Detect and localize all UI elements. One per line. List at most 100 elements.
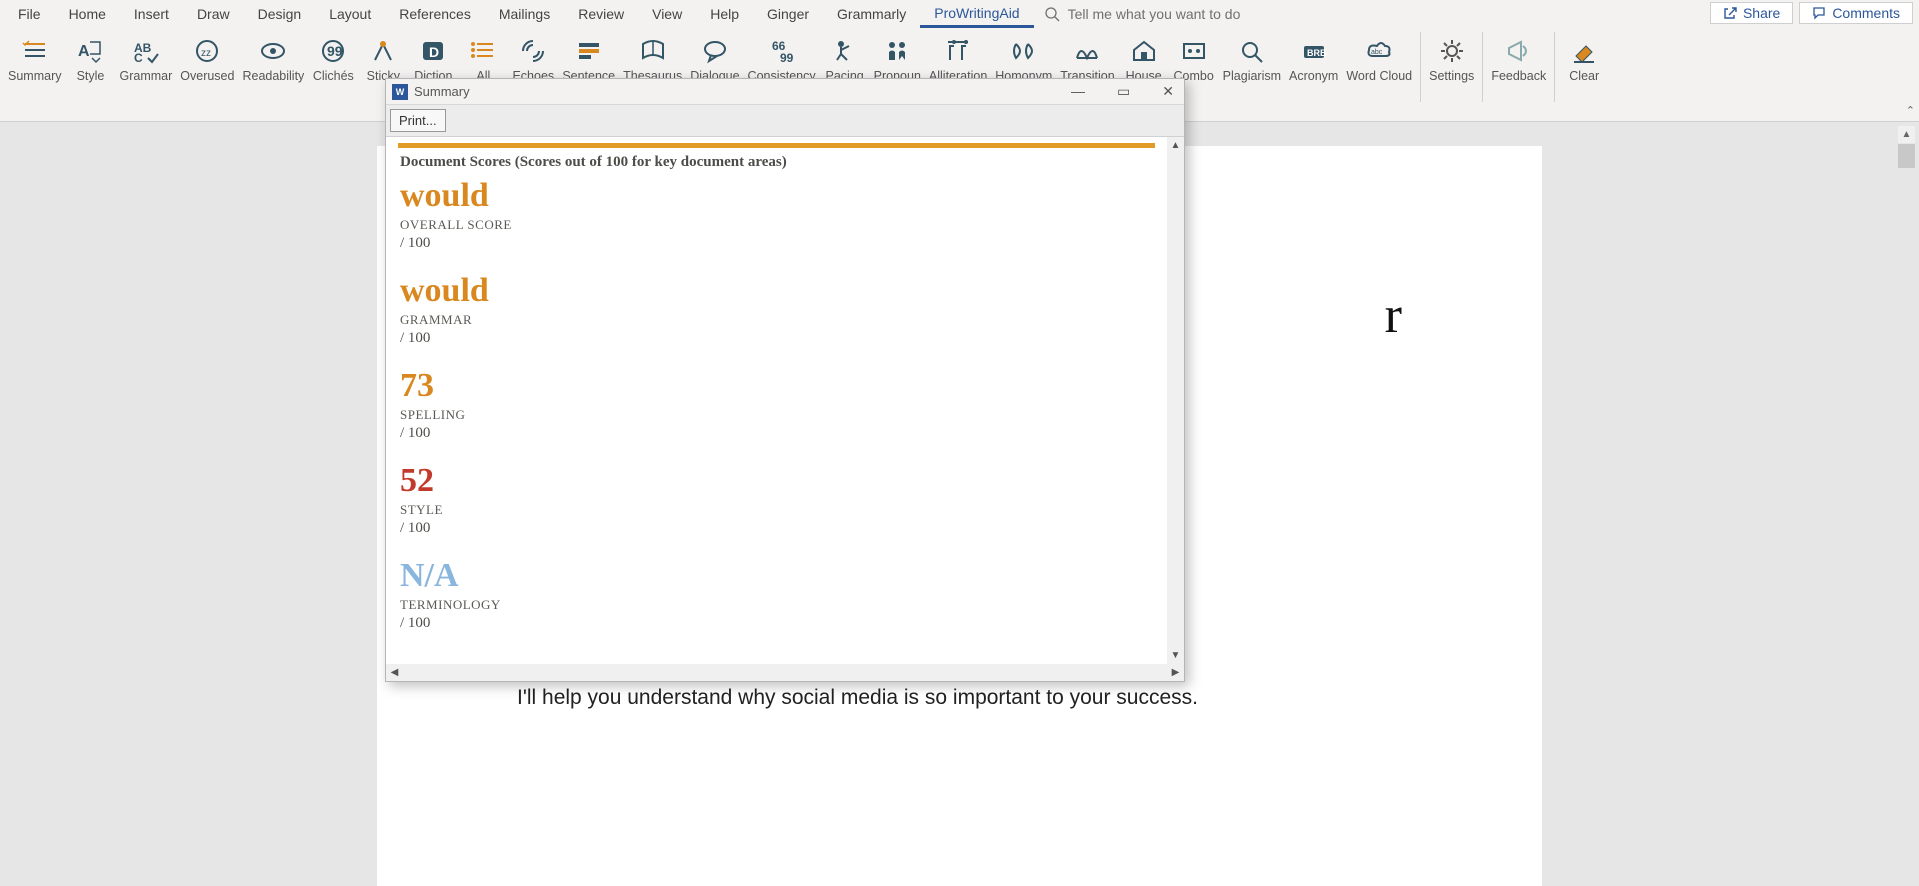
menu-review[interactable]: Review (564, 2, 638, 26)
menu-home[interactable]: Home (55, 2, 120, 26)
score-denom: / 100 (400, 520, 1153, 537)
panel-scroll-down[interactable]: ▼ (1167, 647, 1184, 664)
ribbon-readability[interactable]: Readability (238, 32, 308, 86)
panel-scroll-up[interactable]: ▲ (1167, 137, 1184, 154)
panel-hscroll: ◀ ▶ (386, 664, 1184, 681)
combo-icon (1180, 38, 1208, 64)
menu-view[interactable]: View (638, 2, 696, 26)
close-button[interactable]: ✕ (1158, 83, 1178, 100)
menu-mailings[interactable]: Mailings (485, 2, 564, 26)
ribbon-divider (1554, 32, 1555, 102)
collapse-ribbon-caret[interactable]: ⌃ (1906, 104, 1915, 117)
readability-icon (259, 38, 287, 64)
panel-hscroll-right[interactable]: ▶ (1167, 664, 1184, 681)
comment-icon (1812, 6, 1826, 20)
menu-grammarly[interactable]: Grammarly (823, 2, 920, 26)
ribbon-acronym[interactable]: BRB Acronym (1285, 32, 1342, 86)
svg-text:99: 99 (780, 51, 794, 64)
eraser-icon (1570, 38, 1598, 64)
menu-bar: File Home Insert Draw Design Layout Refe… (0, 0, 1919, 28)
ribbon-cliches[interactable]: 99 Clichés (308, 32, 358, 86)
diction-icon: D (419, 38, 447, 64)
ribbon-label: Summary (8, 70, 61, 84)
overused-icon: zz (193, 38, 221, 64)
pacing-icon (831, 38, 859, 64)
ribbon-overused[interactable]: zz Overused (176, 32, 238, 86)
minimize-button[interactable]: — (1067, 83, 1089, 100)
transition-icon (1073, 38, 1101, 64)
score-label: SPELLING (400, 407, 1153, 423)
score-value: 73 (400, 369, 1153, 403)
panel-hscroll-left[interactable]: ◀ (386, 664, 403, 681)
panel-titlebar[interactable]: W Summary — ▭ ✕ (386, 79, 1184, 105)
comments-button[interactable]: Comments (1799, 2, 1913, 24)
tell-me-search[interactable]: Tell me what you want to do (1044, 6, 1241, 22)
ribbon-divider (1420, 32, 1421, 102)
sticky-icon (369, 38, 397, 64)
ribbon-label: Grammar (119, 70, 172, 84)
cliches-icon: 99 (319, 38, 347, 64)
gear-icon (1438, 38, 1466, 64)
ribbon-summary[interactable]: Summary (4, 32, 65, 86)
score-value: 52 (400, 464, 1153, 498)
ribbon-label: Plagiarism (1223, 70, 1281, 84)
menu-draw[interactable]: Draw (183, 2, 244, 26)
menu-help[interactable]: Help (696, 2, 753, 26)
panel-title: Summary (414, 84, 470, 99)
ribbon-wordcloud[interactable]: abc Word Cloud (1342, 32, 1416, 86)
score-value: would (400, 179, 1153, 213)
word-icon: W (392, 84, 408, 100)
window-controls: — ▭ ✕ (1067, 83, 1178, 100)
score-denom: / 100 (400, 235, 1153, 252)
menu-ginger[interactable]: Ginger (753, 2, 823, 26)
ribbon-style[interactable]: AStyle (65, 32, 115, 86)
menu-prowritingaid[interactable]: ProWritingAid (920, 1, 1033, 28)
score-spelling: 73 SPELLING / 100 (400, 369, 1153, 442)
ribbon-label: Readability (242, 70, 304, 84)
svg-text:abc: abc (1371, 49, 1383, 56)
ribbon-feedback[interactable]: Feedback (1487, 32, 1550, 86)
maximize-button[interactable]: ▭ (1113, 83, 1134, 100)
ribbon-clear[interactable]: Clear (1559, 32, 1609, 86)
wordcloud-icon: abc (1365, 38, 1393, 64)
consistency-icon: 6699 (768, 38, 796, 64)
homonym-icon (1010, 38, 1038, 64)
score-label: OVERALL SCORE (400, 217, 1153, 233)
ribbon-label: Acronym (1289, 70, 1338, 84)
score-label: STYLE (400, 502, 1153, 518)
section-title: Document Scores (Scores out of 100 for k… (386, 148, 1167, 179)
menu-file[interactable]: File (4, 2, 55, 26)
score-value: N/A (400, 559, 1153, 593)
doc-heading-right: r (1385, 286, 1402, 345)
menu-insert[interactable]: Insert (120, 2, 183, 26)
ribbon-label: Style (77, 70, 105, 84)
svg-text:zz: zz (201, 48, 211, 59)
main-scroll-thumb[interactable] (1898, 144, 1915, 168)
search-icon (1044, 6, 1060, 22)
score-terminology: N/A TERMINOLOGY / 100 (400, 559, 1153, 632)
menu-layout[interactable]: Layout (315, 2, 385, 26)
top-right-buttons: Share Comments (1710, 2, 1913, 24)
plagiarism-icon (1238, 38, 1266, 64)
menu-references[interactable]: References (385, 2, 485, 26)
ribbon-label: Word Cloud (1346, 70, 1412, 84)
tell-me-label: Tell me what you want to do (1068, 6, 1241, 22)
ribbon-label: Overused (180, 70, 234, 84)
ribbon-plagiarism[interactable]: Plagiarism (1219, 32, 1285, 86)
svg-text:BRB: BRB (1307, 48, 1327, 58)
grammar-icon: ABC (132, 38, 160, 64)
panel-vscroll: ▲ ▼ (1167, 137, 1184, 664)
alliteration-icon (944, 38, 972, 64)
share-button[interactable]: Share (1710, 2, 1793, 24)
panel-toolbar: Print... (386, 105, 1184, 137)
echoes-icon (519, 38, 547, 64)
menu-design[interactable]: Design (244, 2, 316, 26)
main-scroll-up[interactable]: ▲ (1898, 126, 1915, 143)
svg-text:C: C (134, 51, 143, 64)
ribbon-label: Clichés (313, 70, 354, 84)
print-button[interactable]: Print... (390, 109, 446, 132)
ribbon-grammar[interactable]: ABC Grammar (115, 32, 176, 86)
ribbon-settings[interactable]: Settings (1425, 32, 1478, 86)
all-icon (469, 38, 497, 64)
svg-text:99: 99 (327, 43, 343, 59)
